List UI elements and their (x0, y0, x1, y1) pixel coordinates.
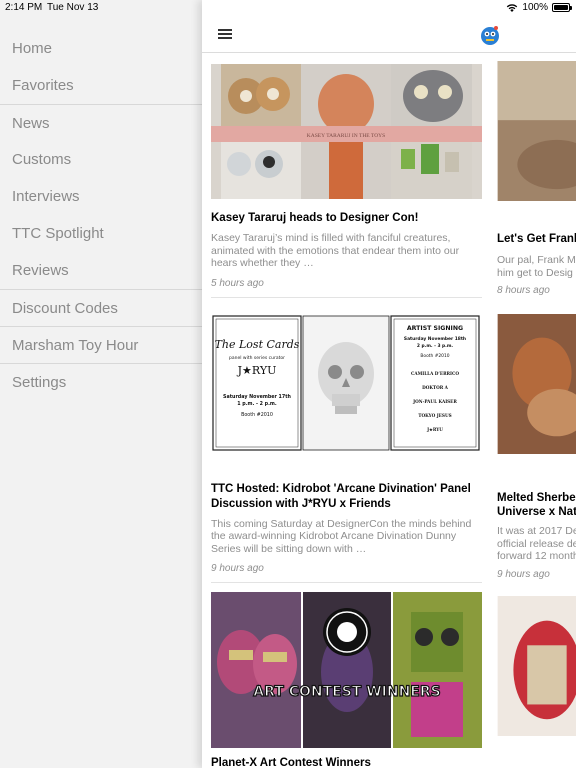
status-time: 2:14 PM (5, 2, 43, 13)
article-title-line: Melted Sherbe (497, 492, 576, 504)
poster-left-hours: 1 p.m. - 2 p.m. (237, 401, 277, 407)
article-timestamp: 9 hours ago (211, 563, 264, 574)
navigation-bar (202, 16, 576, 53)
image-banner-text: ART CONTEST WINNERS (253, 684, 440, 700)
poster-artist: DOKTOR A (422, 385, 449, 390)
article-excerpt-line: Our pal, Frank M (497, 254, 576, 266)
article-title: TTC Hosted: Kidrobot 'Arcane Divination'… (211, 482, 471, 510)
article-excerpt-line: It was at 2017 De (497, 525, 576, 537)
poster-right-date: Saturday November 18th (404, 336, 466, 342)
divider (211, 582, 482, 583)
article-card-peek[interactable]: Melted Sherbe Universe x Nat It was at 2… (497, 314, 576, 580)
article-excerpt: Kasey Tararuj’s mind is filled with fanc… (211, 232, 460, 269)
menu-item-discount-codes[interactable]: Discount Codes (0, 289, 202, 326)
article-image (497, 61, 576, 201)
blue-robot-logo-icon[interactable] (479, 24, 501, 46)
status-right: 100% (506, 2, 572, 13)
wifi-icon (507, 4, 518, 12)
article-excerpt-line: him get to Desig (497, 266, 573, 279)
event-poster-image: The Lost Cards panel with series curator… (211, 311, 482, 458)
poster-artist: J★RYU (426, 427, 443, 432)
battery-percent: 100% (522, 2, 548, 13)
contest-collage-image: ART CONTEST WINNERS (211, 592, 482, 748)
poster-right-title: ARTIST SIGNING (407, 325, 463, 332)
poster-artist: CAMILLA D’ERRICO (411, 371, 459, 376)
article-card[interactable]: ART CONTEST WINNERS Planet-X Art Contest… (211, 592, 482, 768)
article-image: ART CONTEST WINNERS (211, 592, 482, 748)
article-card[interactable]: The Lost Cards panel with series curator… (211, 311, 482, 583)
menu-item-favorites[interactable]: Favorites (0, 67, 202, 104)
menu-item-settings[interactable]: Settings (0, 363, 202, 400)
article-timestamp: 5 hours ago (211, 277, 264, 289)
poster-left-name: J★RYU (237, 364, 277, 377)
article-excerpt: This coming Saturday at DesignerCon the … (211, 517, 472, 555)
menu-item-ttc-spotlight[interactable]: TTC Spotlight (0, 215, 202, 252)
article-excerpt-line: official release de (497, 537, 576, 550)
article-timestamp: 8 hours ago (497, 285, 550, 296)
divider (211, 296, 482, 298)
toy-collage-image: KASEY TARARUJ IN THE TOYS (211, 64, 482, 199)
poster-right-hours: 2 p.m. - 3 p.m. (417, 343, 453, 349)
poster-artist: JON-PAUL KAISER (412, 399, 457, 404)
poster-right-booth: Booth #2010 (420, 353, 449, 359)
article-image (497, 314, 576, 454)
menu-item-customs[interactable]: Customs (0, 141, 202, 178)
poster-left-booth: Booth #2010 (241, 412, 273, 418)
article-excerpt-line: forward 12 month (497, 550, 576, 562)
image-banner-text: KASEY TARARUJ IN THE TOYS (307, 133, 385, 139)
article-card-peek[interactable] (497, 595, 576, 741)
article-title: Planet-X Art Contest Winners (211, 757, 371, 768)
poster-left-date: Saturday November 17th (223, 394, 291, 400)
article-title-line: Universe x Nat (497, 506, 576, 518)
article-image: The Lost Cards panel with series curator… (211, 311, 482, 458)
article-title: Kasey Tararuj heads to Designer Con! (211, 212, 419, 224)
menu-item-home[interactable]: Home (0, 30, 202, 67)
article-title: Let's Get Frank (497, 233, 576, 245)
poster-artist: TOKYO JESUS (418, 413, 451, 418)
main-panel: KASEY TARARUJ IN THE TOYS Kasey Tararuj … (202, 0, 576, 768)
hamburger-menu-icon[interactable] (218, 29, 232, 39)
poster-left-title: The Lost Cards (215, 338, 300, 351)
menu-item-reviews[interactable]: Reviews (0, 252, 202, 289)
article-image: KASEY TARARUJ IN THE TOYS (211, 64, 482, 199)
menu-item-marsham-toy-hour[interactable]: Marsham Toy Hour (0, 326, 202, 363)
menu-item-interviews[interactable]: Interviews (0, 178, 202, 215)
status-date: Tue Nov 13 (47, 2, 99, 13)
status-bar: 2:14 PM Tue Nov 13 100% (0, 0, 576, 16)
article-card[interactable]: KASEY TARARUJ IN THE TOYS Kasey Tararuj … (211, 64, 482, 298)
article-timestamp: 9 hours ago (497, 568, 550, 580)
article-column: KASEY TARARUJ IN THE TOYS Kasey Tararuj … (211, 64, 482, 768)
side-menu-list: Home Favorites News Customs Interviews T… (0, 30, 202, 400)
menu-item-news[interactable]: News (0, 104, 202, 141)
side-menu: Home Favorites News Customs Interviews T… (0, 0, 202, 768)
article-image (497, 595, 576, 736)
article-card-peek[interactable]: Let's Get Frank Our pal, Frank M him get… (497, 61, 576, 296)
poster-left-subtitle: panel with series curator (229, 355, 285, 361)
article-column-peek: Let's Get Frank Our pal, Frank M him get… (497, 61, 576, 741)
battery-icon (552, 3, 572, 12)
